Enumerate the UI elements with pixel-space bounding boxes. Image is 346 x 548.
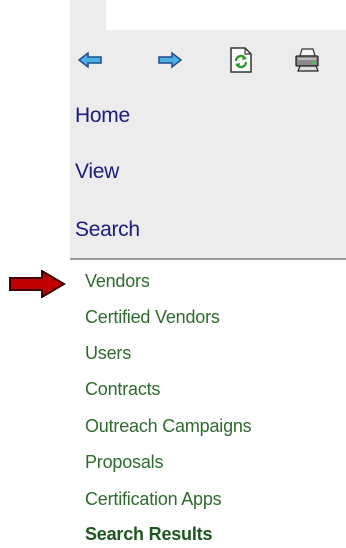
forward-button[interactable] xyxy=(156,46,184,74)
back-button[interactable] xyxy=(76,46,104,74)
menu-item-certified-vendors[interactable]: Certified Vendors xyxy=(85,307,220,328)
panel-top-strip xyxy=(70,0,106,30)
printer-icon xyxy=(295,48,319,72)
menu-item-certification-apps[interactable]: Certification Apps xyxy=(85,489,222,510)
nav-link-home[interactable]: Home xyxy=(75,104,130,128)
page: Home View Search Vendors Certified Vendo… xyxy=(0,0,346,548)
toolbar xyxy=(70,30,346,92)
side-navigation-panel: Home View Search Vendors Certified Vendo… xyxy=(70,0,346,548)
print-button[interactable] xyxy=(294,46,322,74)
menu-item-contracts[interactable]: Contracts xyxy=(85,379,160,400)
refresh-icon xyxy=(230,47,252,73)
forward-arrow-icon xyxy=(158,51,182,69)
refresh-button[interactable] xyxy=(227,46,255,74)
back-arrow-icon xyxy=(78,51,102,69)
nav-link-search[interactable]: Search xyxy=(75,218,140,242)
nav-link-view[interactable]: View xyxy=(75,160,119,184)
menu-item-vendors[interactable]: Vendors xyxy=(85,271,150,292)
menu-item-outreach-campaigns[interactable]: Outreach Campaigns xyxy=(85,416,252,437)
menu-item-users[interactable]: Users xyxy=(85,343,131,364)
pointer-arrow-icon xyxy=(9,270,66,298)
menu-item-proposals[interactable]: Proposals xyxy=(85,452,163,473)
menu-item-search-results[interactable]: Search Results xyxy=(85,524,212,545)
